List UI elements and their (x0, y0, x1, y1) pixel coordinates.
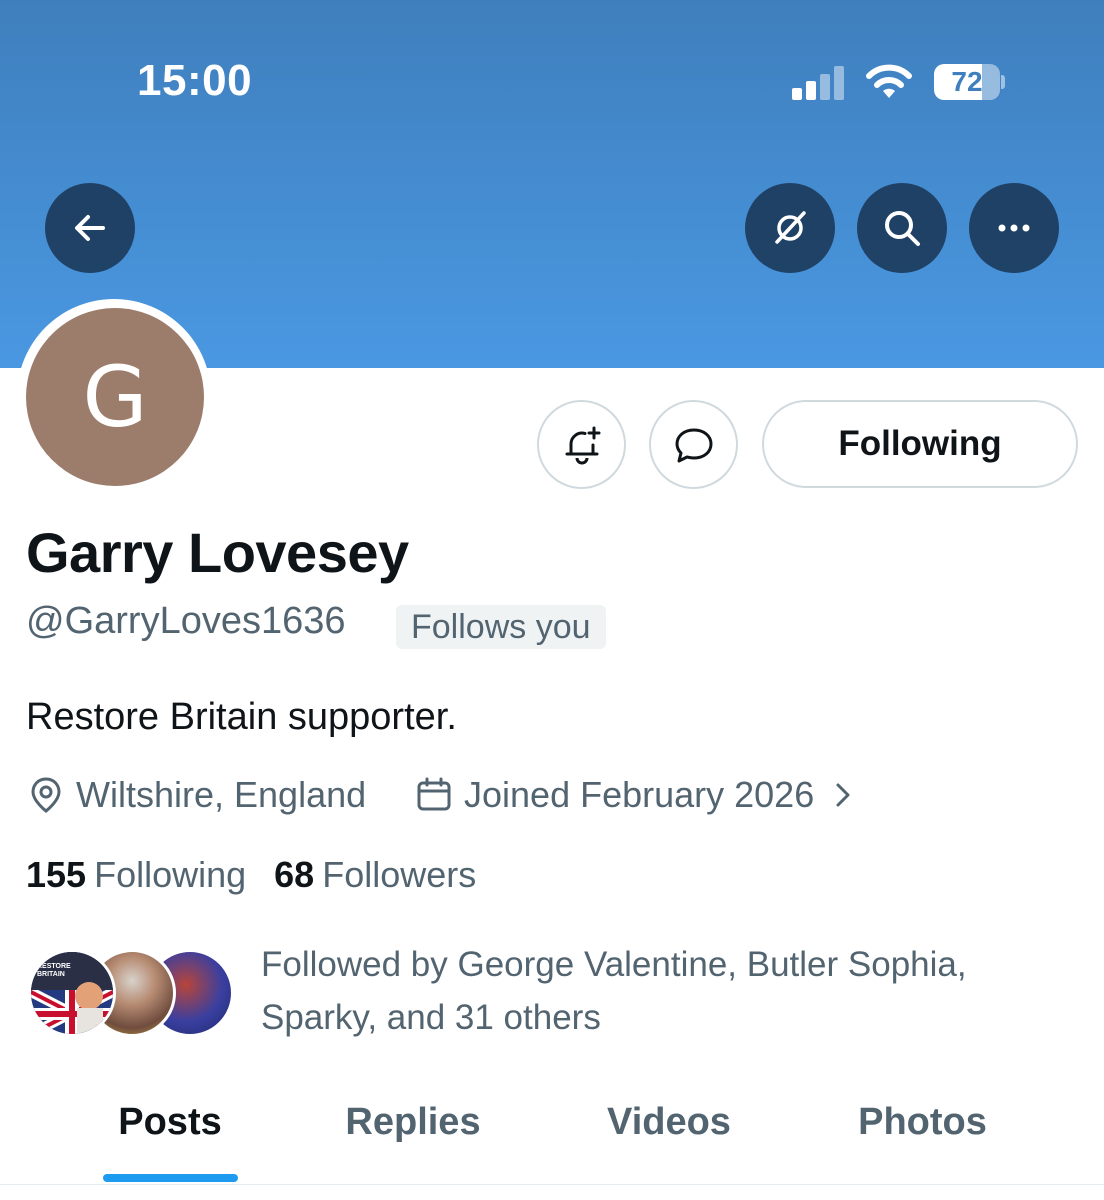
tab-replies[interactable]: Replies (328, 1092, 498, 1152)
battery-indicator: 72 (934, 64, 1005, 100)
profile-handle: @GarryLoves1636 (26, 600, 346, 642)
grok-slash-icon (775, 211, 806, 244)
profile-name: Garry Lovesey (26, 521, 409, 584)
message-bubble-icon (675, 428, 712, 462)
cellular-signal-icon (792, 66, 844, 100)
location-pin-icon (31, 777, 61, 813)
search-icon (885, 211, 920, 246)
bell-plus-icon (565, 426, 600, 464)
location-text: Wiltshire, England (76, 774, 367, 815)
arrow-left-icon (75, 215, 105, 241)
follows-you-badge: Follows you (396, 605, 606, 649)
profile-joined[interactable]: Joined February 2026 (414, 772, 858, 818)
tab-videos[interactable]: Videos (590, 1092, 748, 1152)
active-tab-indicator (103, 1174, 238, 1182)
calendar-icon (417, 777, 451, 811)
profile-location: Wiltshire, England (26, 772, 366, 818)
grok-button[interactable] (745, 183, 835, 273)
tabs-divider (0, 1184, 1104, 1185)
wifi-icon (866, 64, 912, 98)
more-button[interactable] (969, 183, 1059, 273)
avatar[interactable]: G (26, 308, 204, 486)
followed-by-text[interactable]: Followed by George Valentine, Butler Sop… (261, 938, 1061, 1044)
battery-percentage: 72 (951, 66, 983, 97)
chevron-right-icon (836, 783, 850, 807)
followers-count[interactable]: 68 Followers (274, 854, 476, 896)
follow-counts: 155 Following 68 Followers (26, 854, 476, 896)
following-count[interactable]: 155 Following (26, 854, 246, 896)
joined-text: Joined February 2026 (464, 774, 815, 815)
notifications-button[interactable] (537, 400, 626, 489)
tab-photos[interactable]: Photos (840, 1092, 1005, 1152)
follower-avatar-1[interactable]: RESTORE BRITAIN (28, 949, 116, 1037)
search-button[interactable] (857, 183, 947, 273)
profile-tabs: Posts Replies Videos Photos (0, 1092, 1104, 1186)
svg-text:BRITAIN: BRITAIN (37, 971, 65, 978)
restore-britain-logo-text: RESTORE (37, 963, 71, 970)
avatar-letter: G (82, 348, 148, 446)
status-time: 15:00 (137, 56, 253, 105)
profile-bio: Restore Britain supporter. (26, 696, 457, 738)
back-button[interactable] (45, 183, 135, 273)
tab-posts[interactable]: Posts (95, 1092, 245, 1152)
more-horizontal-icon (998, 224, 1030, 232)
message-button[interactable] (649, 400, 738, 489)
union-flag-image: RESTORE BRITAIN (31, 952, 113, 1034)
following-button[interactable]: Following (762, 400, 1078, 488)
